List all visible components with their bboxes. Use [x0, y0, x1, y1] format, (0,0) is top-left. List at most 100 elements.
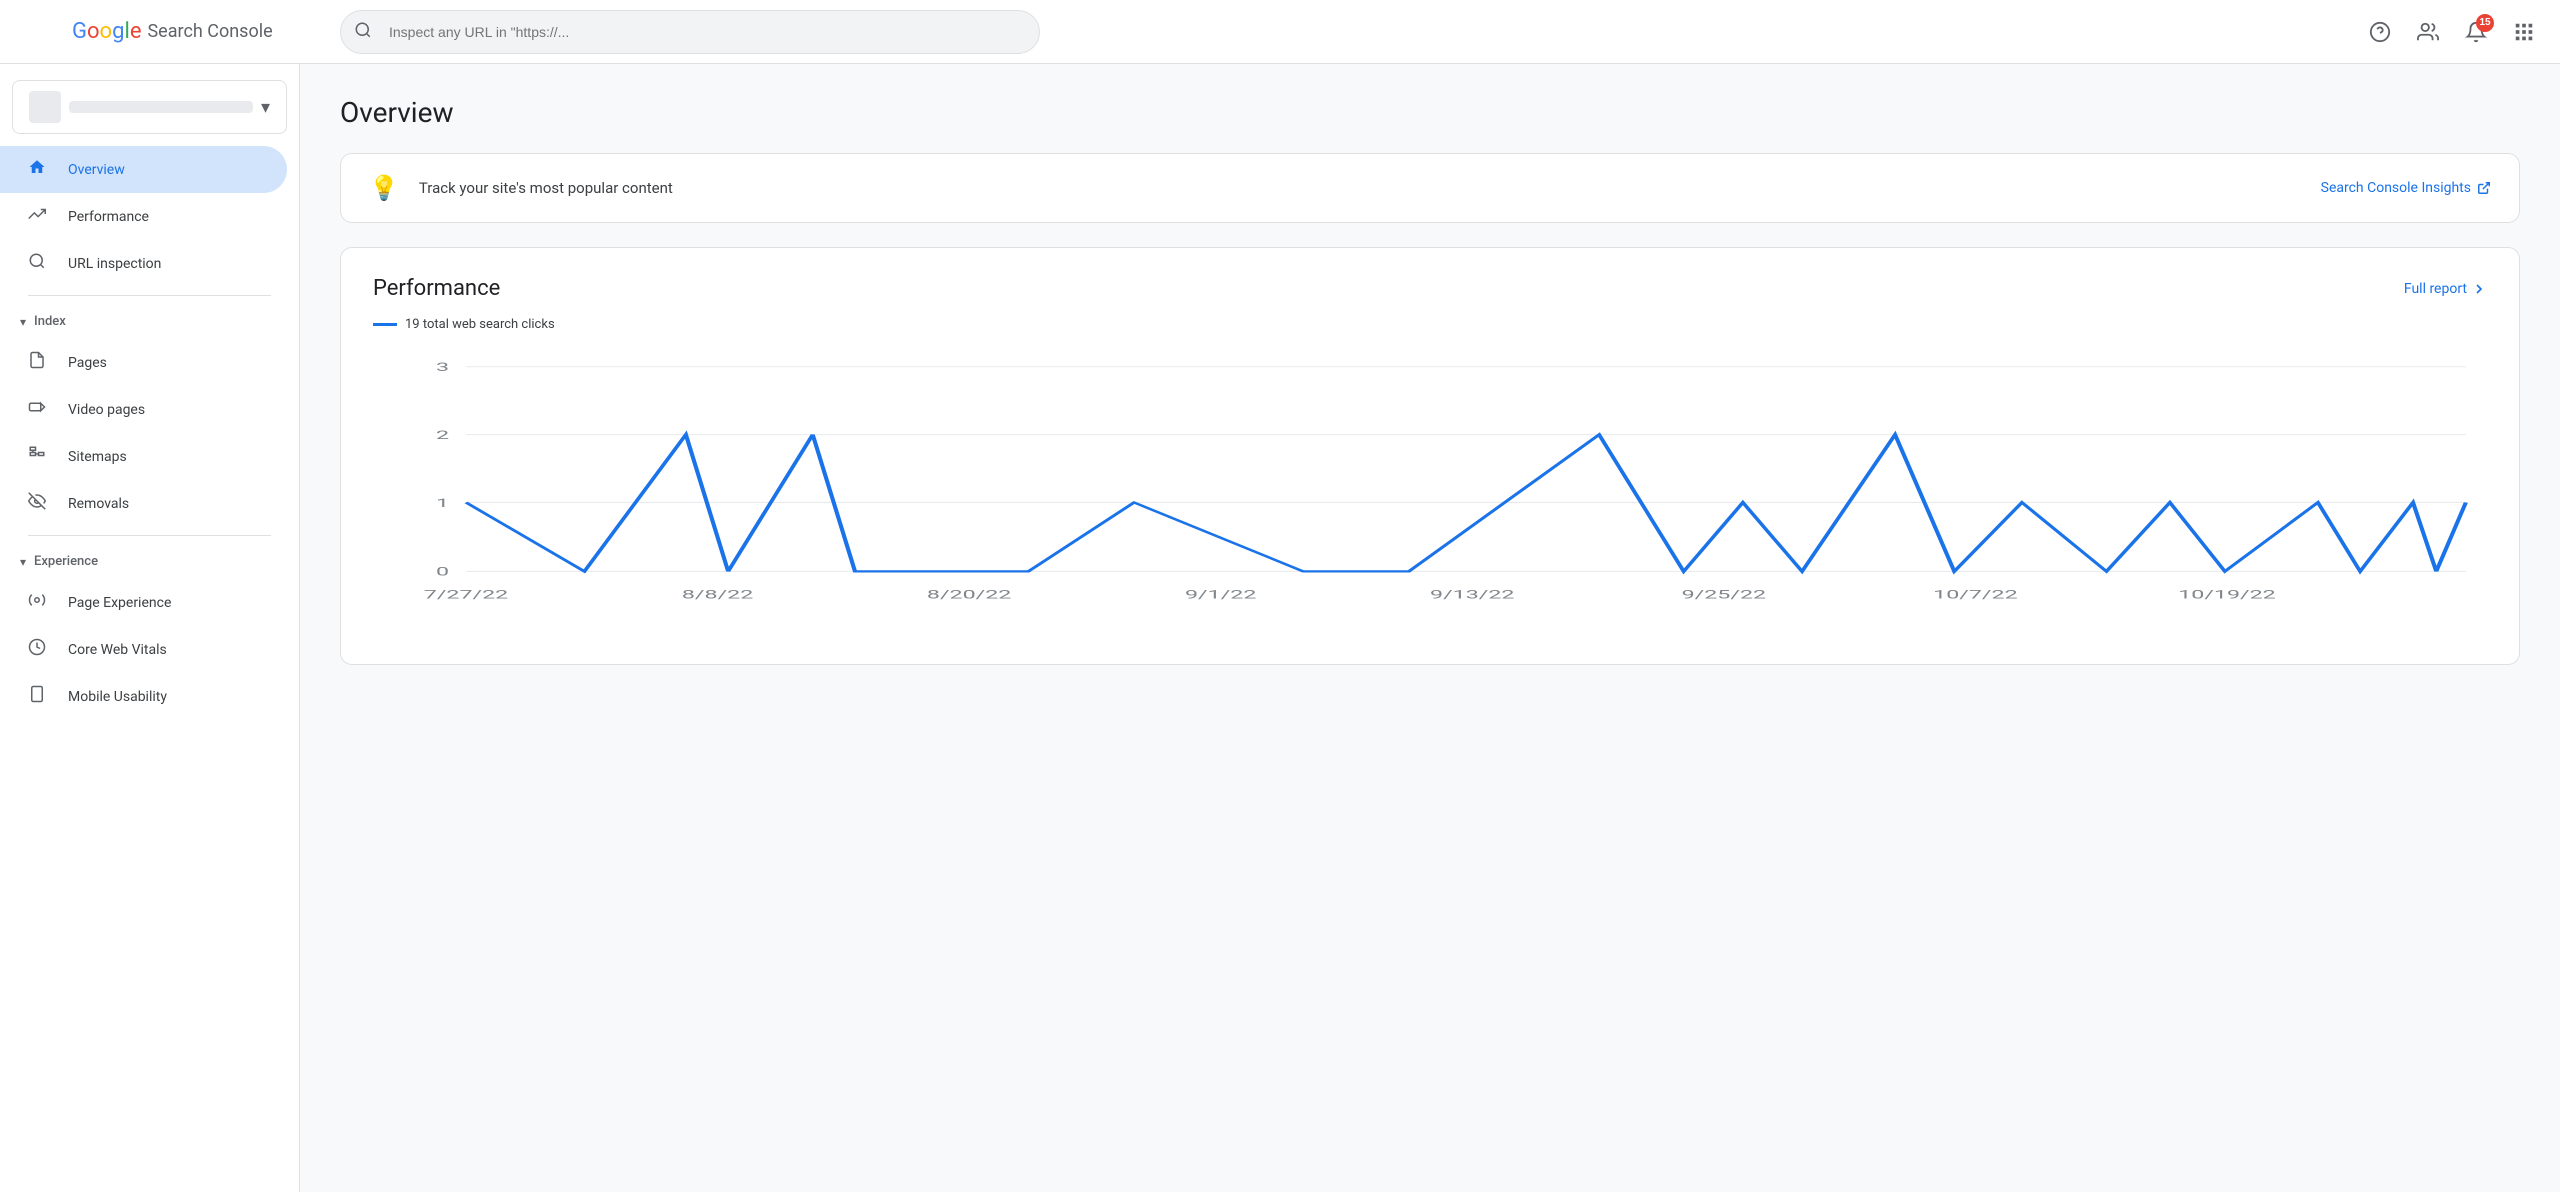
header-left: Google Search Console [16, 12, 316, 52]
sidebar-item-overview[interactable]: Overview [0, 146, 287, 193]
insights-link-text: Search Console Insights [2321, 180, 2471, 196]
sidebar: ▾ Overview Performance [0, 64, 300, 1192]
lightbulb-icon: 💡 [369, 174, 399, 202]
svg-text:10/7/22: 10/7/22 [1933, 587, 2017, 601]
video-pages-icon [28, 398, 48, 421]
help-button[interactable] [2360, 12, 2400, 52]
page-experience-label: Page Experience [68, 595, 171, 611]
svg-text:10/19/22: 10/19/22 [2178, 587, 2276, 601]
index-section-header[interactable]: ▾ Index [0, 304, 299, 339]
search-icon [354, 21, 372, 43]
google-wordmark: Google [72, 19, 141, 44]
sidebar-item-core-web-vitals[interactable]: Core Web Vitals [0, 626, 287, 673]
removals-icon [28, 492, 48, 515]
legend-label: 19 total web search clicks [405, 317, 555, 332]
product-name: Search Console [147, 21, 272, 42]
logo-area: Google Search Console [72, 19, 273, 44]
full-report-link[interactable]: Full report [2404, 281, 2487, 297]
sidebar-item-sitemaps[interactable]: Sitemaps [0, 433, 287, 480]
experience-section-label: Experience [34, 554, 98, 569]
insight-text: Track your site's most popular content [419, 179, 673, 197]
app-header: Google Search Console [0, 0, 2560, 64]
insight-banner: 💡 Track your site's most popular content… [340, 153, 2520, 223]
logo-o1: o [87, 19, 100, 44]
core-web-vitals-label: Core Web Vitals [68, 642, 167, 658]
pages-icon [28, 351, 48, 374]
notifications-button[interactable]: 15 [2456, 12, 2496, 52]
search-bar-area [340, 10, 1040, 54]
svg-text:2: 2 [436, 428, 449, 442]
main-layout: ▾ Overview Performance [0, 64, 2560, 1192]
removals-label: Removals [68, 496, 129, 512]
index-section-label: Index [34, 314, 66, 329]
page-title: Overview [340, 96, 2520, 129]
chevron-down-icon: ▾ [261, 97, 270, 118]
header-right: 15 [2360, 12, 2544, 52]
sidebar-item-removals[interactable]: Removals [0, 480, 287, 527]
main-content: Overview 💡 Track your site's most popula… [300, 64, 2560, 1192]
insight-left: 💡 Track your site's most popular content [369, 174, 673, 202]
notification-badge: 15 [2476, 14, 2494, 32]
hamburger-button[interactable] [16, 12, 56, 52]
home-icon [28, 158, 48, 181]
property-name-text [69, 101, 253, 113]
pages-label: Pages [68, 355, 107, 371]
card-header: Performance Full report [373, 276, 2487, 301]
url-inspection-label: URL inspection [68, 256, 161, 272]
chevron-right-icon [2471, 281, 2487, 297]
apps-icon [2513, 21, 2535, 43]
performance-label: Performance [68, 209, 149, 225]
performance-chart: 3 2 1 0 7/27/22 8/8/22 8/20/22 9/1/22 9/… [373, 356, 2487, 636]
svg-text:8/8/22: 8/8/22 [682, 587, 753, 601]
account-button[interactable] [2408, 12, 2448, 52]
svg-text:1: 1 [436, 496, 449, 510]
nav-divider-1 [28, 295, 271, 296]
chart-legend: 19 total web search clicks [373, 317, 2487, 332]
mobile-usability-label: Mobile Usability [68, 689, 167, 705]
sidebar-item-url-inspection[interactable]: URL inspection [0, 240, 287, 287]
svg-text:9/13/22: 9/13/22 [1430, 587, 1514, 601]
account-icon [2417, 21, 2439, 43]
property-selector[interactable]: ▾ [12, 80, 287, 134]
svg-text:8/20/22: 8/20/22 [927, 587, 1011, 601]
sitemaps-icon [28, 445, 48, 468]
sidebar-item-video-pages[interactable]: Video pages [0, 386, 287, 433]
svg-text:9/25/22: 9/25/22 [1682, 587, 1766, 601]
full-report-text: Full report [2404, 281, 2467, 297]
nav-divider-2 [28, 535, 271, 536]
logo-o2: o [100, 19, 113, 44]
performance-card-title: Performance [373, 276, 500, 301]
sidebar-item-page-experience[interactable]: Page Experience [0, 579, 287, 626]
performance-card: Performance Full report 19 total web sea… [340, 247, 2520, 665]
search-console-insights-link[interactable]: Search Console Insights [2321, 180, 2491, 196]
svg-text:0: 0 [436, 565, 449, 579]
sidebar-nav: Overview Performance URL inspection ▾ [0, 142, 299, 724]
sidebar-item-performance[interactable]: Performance [0, 193, 287, 240]
logo-g: G [72, 19, 87, 44]
sidebar-item-pages[interactable]: Pages [0, 339, 287, 386]
svg-text:3: 3 [436, 360, 449, 374]
external-link-icon [2477, 181, 2491, 195]
logo-e: e [130, 19, 142, 44]
svg-text:9/1/22: 9/1/22 [1185, 587, 1256, 601]
apps-button[interactable] [2504, 12, 2544, 52]
core-web-vitals-icon [28, 638, 48, 661]
page-experience-icon [28, 591, 48, 614]
search-bar-wrapper [340, 10, 1040, 54]
video-pages-label: Video pages [68, 402, 145, 418]
trending-up-icon [28, 205, 48, 228]
collapse-icon: ▾ [20, 315, 26, 329]
logo-g2: g [112, 19, 124, 44]
mobile-icon [28, 685, 48, 708]
url-inspect-input[interactable] [340, 10, 1040, 54]
url-search-icon [28, 252, 48, 275]
sitemaps-label: Sitemaps [68, 449, 127, 465]
experience-collapse-icon: ▾ [20, 555, 26, 569]
experience-section-header[interactable]: ▾ Experience [0, 544, 299, 579]
overview-label: Overview [68, 162, 125, 178]
svg-text:7/27/22: 7/27/22 [424, 587, 508, 601]
chart-container: 3 2 1 0 7/27/22 8/8/22 8/20/22 9/1/22 9/… [373, 356, 2487, 636]
sidebar-item-mobile-usability[interactable]: Mobile Usability [0, 673, 287, 720]
property-icon [29, 91, 61, 123]
legend-line [373, 323, 397, 326]
